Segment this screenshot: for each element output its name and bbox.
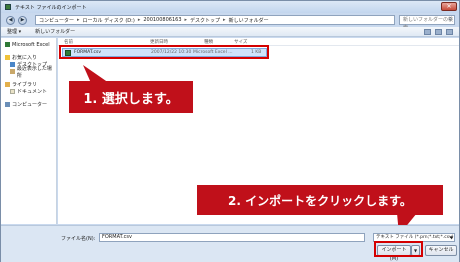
cancel-button[interactable]: キャンセル	[425, 245, 457, 256]
breadcrumb-desktop[interactable]: デスクトップ	[190, 17, 220, 24]
chevron-right-icon: ▸	[77, 17, 80, 23]
command-toolbar: 整理 ▾ 新しいフォルダー	[1, 27, 459, 37]
import-highlight	[374, 241, 423, 257]
sidebar-item-label: コンピューター	[12, 102, 48, 108]
sidebar-item-recent[interactable]: 最近表示した場所	[10, 66, 56, 79]
callout-step-2: 2. インポートをクリックします。	[197, 185, 443, 215]
forward-button[interactable]: ▶	[18, 15, 27, 25]
preview-pane-icon[interactable]	[435, 29, 442, 35]
sidebar-item-excel[interactable]: Microsoft Excel	[5, 41, 56, 48]
sidebar-item-label: 最近表示した場所	[16, 65, 52, 79]
new-folder-button[interactable]: 新しいフォルダー	[35, 28, 75, 35]
view-tools	[424, 29, 453, 35]
excel-icon	[5, 42, 10, 47]
sidebar-item-documents[interactable]: ドキュメント	[10, 88, 56, 95]
chevron-down-icon: ▼	[449, 235, 453, 240]
breadcrumb-local-disk[interactable]: ローカル ディスク (D:)	[83, 17, 135, 24]
documents-icon	[10, 89, 15, 94]
breadcrumb-computer[interactable]: コンピューター	[39, 17, 74, 24]
recent-places-icon	[10, 69, 15, 74]
callout-step-1: 1. 選択します。	[69, 81, 193, 113]
breadcrumb-user-folder[interactable]: 200100806163	[143, 17, 181, 23]
excel-app-icon	[5, 4, 11, 10]
sidebar-item-label: ドキュメント	[17, 89, 48, 95]
filename-field[interactable]: FORMAT.csv	[99, 233, 365, 242]
star-icon	[5, 55, 10, 60]
help-icon[interactable]	[446, 29, 453, 35]
search-input[interactable]: 新しいフォルダーの検索 ⚲	[399, 15, 455, 31]
sidebar-item-computer[interactable]: コンピューター	[5, 101, 56, 108]
search-icon: ⚲	[448, 17, 452, 23]
selection-highlight	[59, 45, 269, 59]
window-title: テキスト ファイルのインポート	[15, 4, 87, 11]
filename-label: ファイル名(N):	[61, 236, 96, 242]
title-bar: テキスト ファイルのインポート ✕	[1, 1, 459, 13]
sidebar-header-libraries[interactable]: ライブラリ	[5, 81, 56, 88]
filetype-value: テキスト ファイル (*.prn;*.txt;*.csv)	[376, 235, 454, 240]
sidebar-item-label: ライブラリ	[12, 82, 38, 88]
back-button[interactable]: ◀	[6, 15, 15, 25]
sidebar-item-label: お気に入り	[12, 55, 38, 61]
address-bar[interactable]: コンピューター ▸ ローカル ディスク (D:) ▸ 200100806163 …	[35, 15, 395, 25]
navigation-pane: Microsoft Excel お気に入り デスクトップ 最近表示した場所 ライ…	[1, 38, 57, 224]
library-icon	[5, 82, 10, 87]
desktop-icon	[10, 62, 15, 67]
navigation-bar: ◀ ▶ コンピューター ▸ ローカル ディスク (D:) ▸ 200100806…	[1, 13, 459, 31]
chevron-right-icon: ▸	[137, 17, 141, 23]
sidebar-item-label: Microsoft Excel	[12, 41, 50, 48]
organize-button[interactable]: 整理 ▾	[7, 28, 21, 35]
chevron-right-icon: ▸	[223, 17, 226, 23]
import-dialog: テキスト ファイルのインポート ✕ ◀ ▶ コンピューター ▸ ローカル ディス…	[0, 0, 460, 262]
breadcrumb-new-folder[interactable]: 新しいフォルダー	[229, 17, 269, 24]
view-options-icon[interactable]	[424, 29, 431, 35]
sidebar-header-favorites[interactable]: お気に入り	[5, 54, 56, 61]
close-button[interactable]: ✕	[441, 2, 457, 11]
computer-icon	[5, 102, 10, 107]
chevron-right-icon: ▸	[184, 17, 188, 23]
